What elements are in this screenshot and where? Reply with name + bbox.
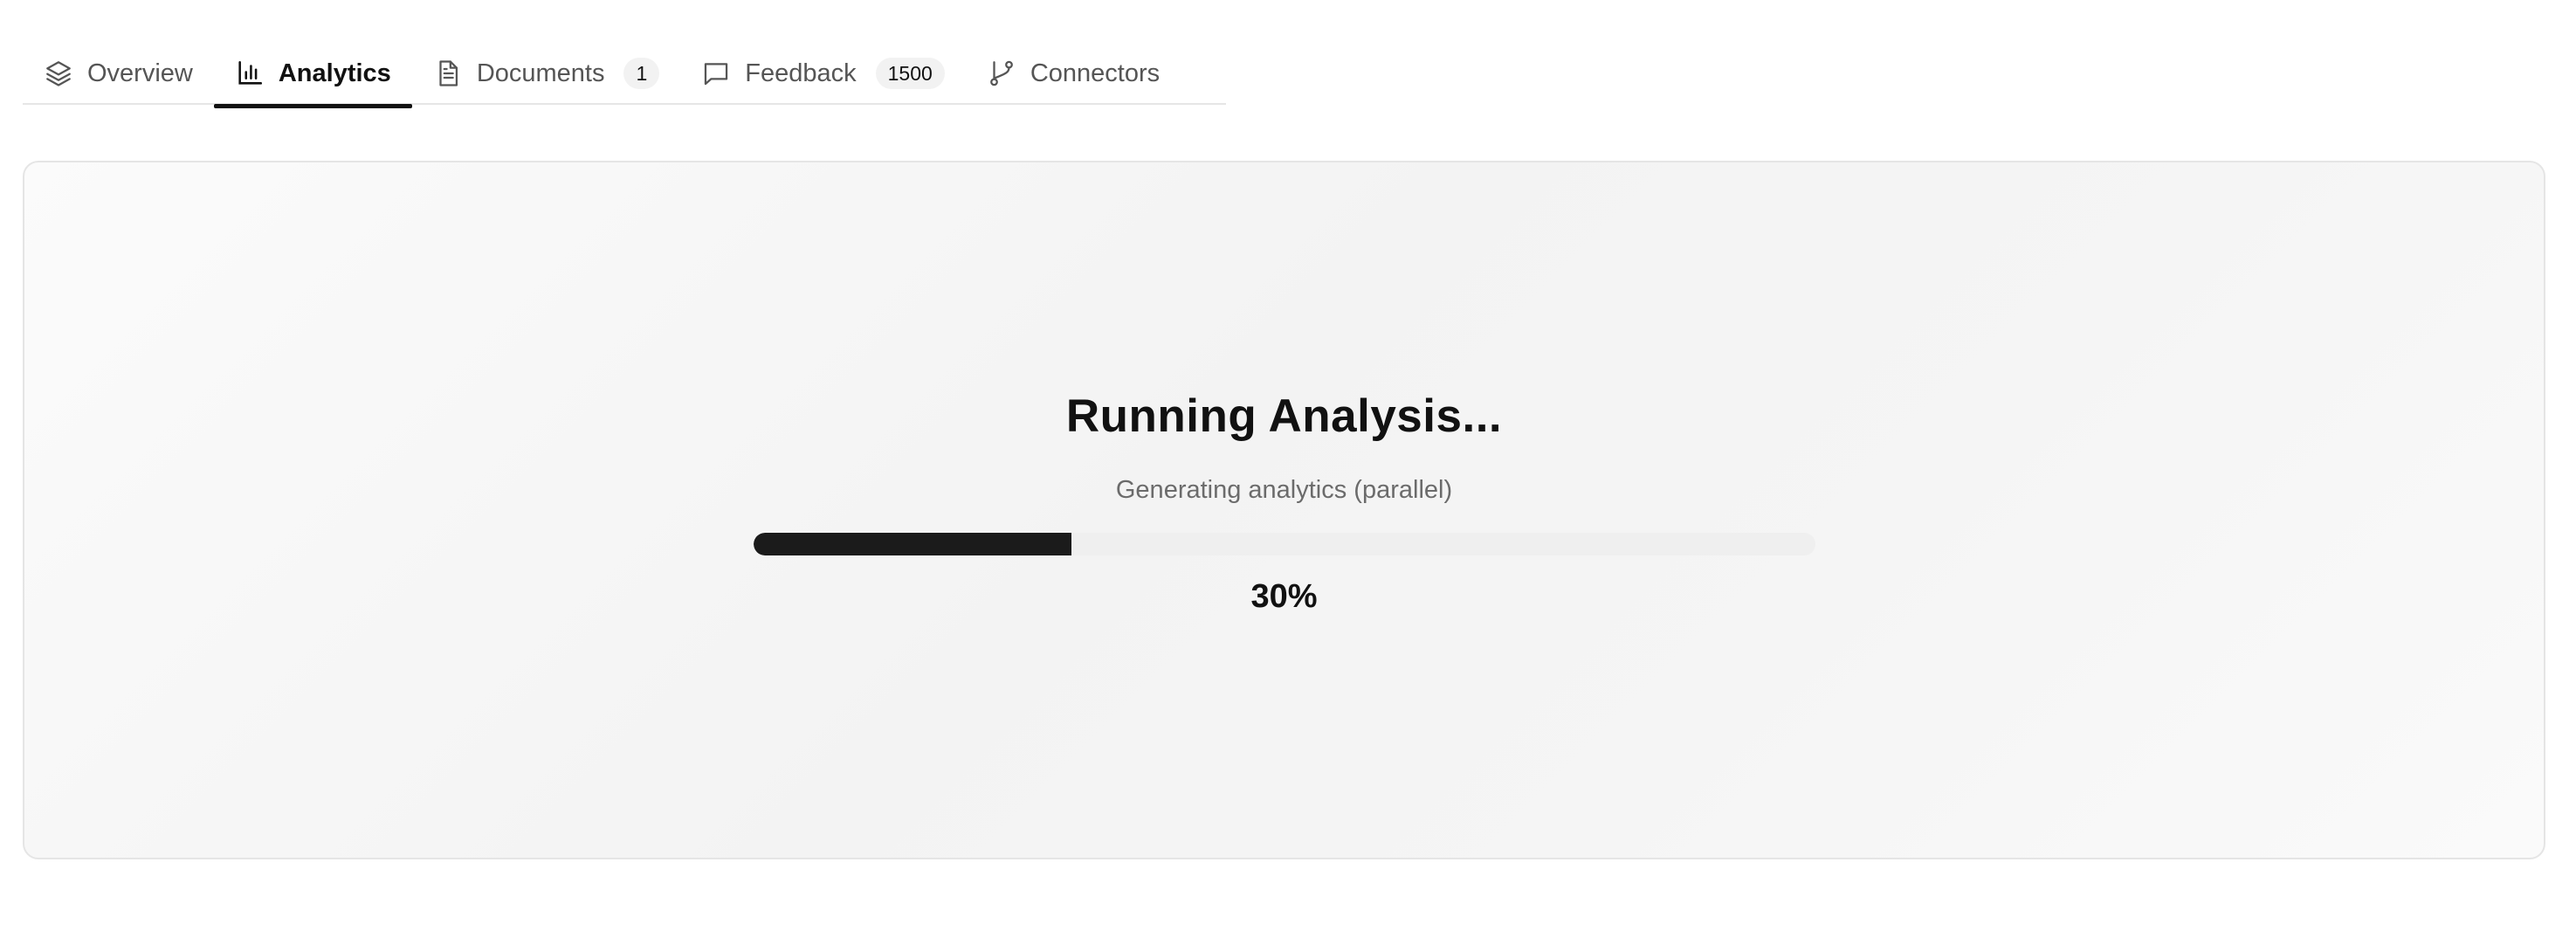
tab-connectors[interactable]: Connectors [966, 42, 1181, 105]
tab-analytics[interactable]: Analytics [213, 42, 412, 108]
tab-label: Overview [87, 59, 193, 87]
git-branch-icon [987, 59, 1016, 88]
progress-bar-fill [753, 533, 1072, 555]
analysis-status: Running Analysis... Generating analytics… [24, 390, 2544, 616]
tab-feedback[interactable]: Feedback 1500 [680, 42, 966, 105]
tab-label: Connectors [1030, 59, 1161, 87]
feedback-count-badge: 1500 [875, 58, 945, 89]
tab-label: Documents [476, 59, 605, 87]
documents-count-badge: 1 [623, 58, 660, 89]
analytics-page: Overview Analytics Documents 1 Feedback … [0, 0, 2576, 945]
progress-bar [753, 533, 1815, 555]
progress-percent: 30% [1250, 578, 1318, 615]
analysis-title: Running Analysis... [1065, 390, 1503, 442]
tab-overview[interactable]: Overview [23, 42, 214, 105]
document-icon [433, 59, 463, 88]
bar-chart-icon [235, 59, 265, 88]
message-square-icon [701, 59, 731, 88]
tab-documents[interactable]: Documents 1 [412, 42, 680, 105]
layers-icon [44, 59, 73, 88]
analysis-subtitle: Generating analytics (parallel) [1115, 476, 1453, 504]
tab-label: Feedback [745, 59, 857, 87]
analysis-progress-card: Running Analysis... Generating analytics… [23, 161, 2545, 859]
tab-bar: Overview Analytics Documents 1 Feedback … [23, 42, 1226, 108]
tab-label: Analytics [278, 59, 391, 87]
